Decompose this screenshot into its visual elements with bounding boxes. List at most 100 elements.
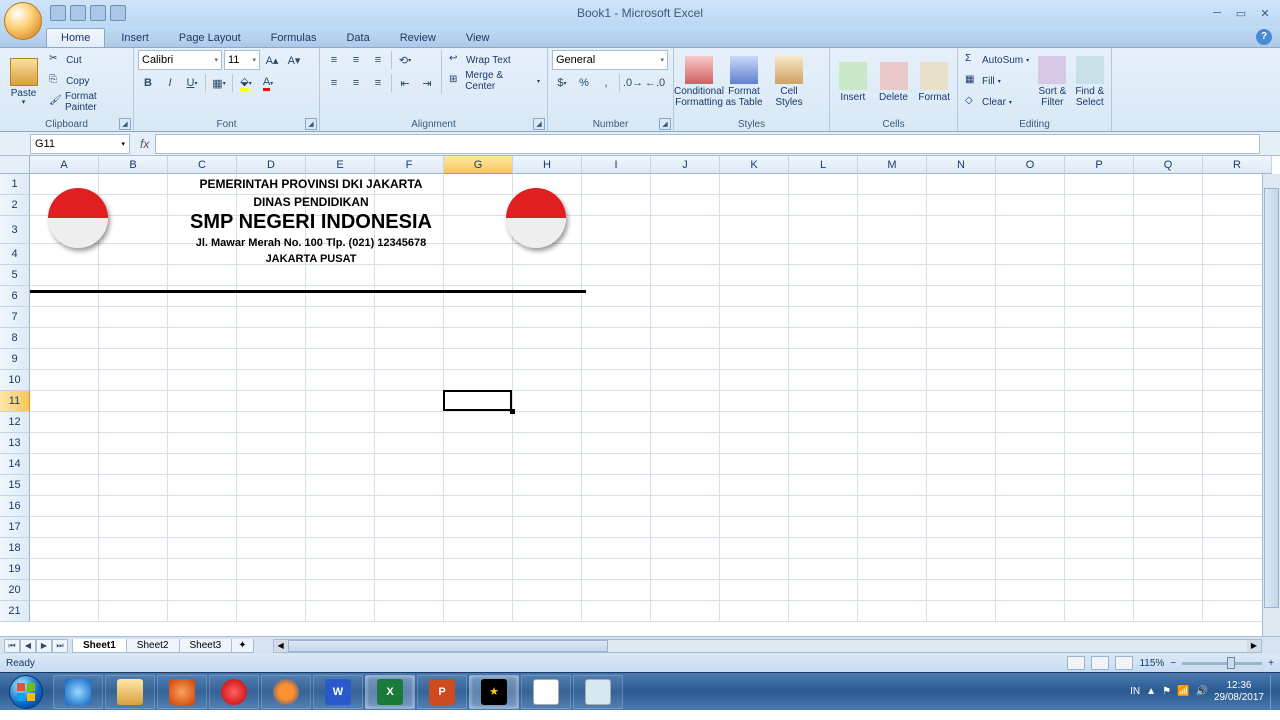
task-notepad[interactable] <box>521 675 571 709</box>
row-header-9[interactable]: 9 <box>0 349 30 370</box>
increase-decimal-button[interactable]: .0→ <box>623 73 643 93</box>
row-header-19[interactable]: 19 <box>0 559 30 580</box>
row-header-15[interactable]: 15 <box>0 475 30 496</box>
delete-cells-button[interactable]: Delete <box>875 50 913 114</box>
clipboard-dialog-launcher[interactable]: ◢ <box>119 118 131 130</box>
vscroll-thumb[interactable] <box>1264 188 1279 608</box>
task-ie[interactable] <box>53 675 103 709</box>
fill-handle[interactable] <box>510 409 515 414</box>
task-word[interactable]: W <box>313 675 363 709</box>
col-header-Q[interactable]: Q <box>1134 156 1203 174</box>
col-header-H[interactable]: H <box>513 156 582 174</box>
minimize-button[interactable]: ─ <box>1206 5 1228 21</box>
select-all-corner[interactable] <box>0 156 30 174</box>
horizontal-scrollbar[interactable]: ◀ ▶ <box>273 639 1262 653</box>
cut-button[interactable]: ✂Cut <box>46 50 129 70</box>
row-header-5[interactable]: 5 <box>0 265 30 286</box>
hscroll-thumb[interactable] <box>288 640 608 652</box>
col-header-R[interactable]: R <box>1203 156 1272 174</box>
align-center-button[interactable]: ≡ <box>346 73 366 93</box>
number-dialog-launcher[interactable]: ◢ <box>659 118 671 130</box>
clear-button[interactable]: ◇Clear▾ <box>962 92 1032 112</box>
sheet-tab-2[interactable]: Sheet2 <box>126 639 180 653</box>
task-media[interactable] <box>157 675 207 709</box>
align-top-button[interactable]: ≡ <box>324 50 344 70</box>
italic-button[interactable]: I <box>160 73 180 93</box>
task-movie[interactable]: ★ <box>469 675 519 709</box>
task-explorer[interactable] <box>105 675 155 709</box>
autosum-button[interactable]: ΣAutoSum▾ <box>962 50 1032 70</box>
row-header-4[interactable]: 4 <box>0 244 30 265</box>
paste-button[interactable]: Paste ▾ <box>4 50 43 114</box>
format-painter-button[interactable]: 🖌Format Painter <box>46 92 129 112</box>
sheet-nav-first[interactable]: ⏮ <box>4 639 20 653</box>
vertical-scrollbar[interactable] <box>1262 174 1280 636</box>
new-sheet-button[interactable]: ✦ <box>231 639 253 653</box>
align-middle-button[interactable]: ≡ <box>346 50 366 70</box>
sheet-nav-last[interactable]: ⏭ <box>52 639 68 653</box>
tray-network-icon[interactable]: 📶 <box>1177 686 1189 697</box>
col-header-C[interactable]: C <box>168 156 237 174</box>
decrease-decimal-button[interactable]: ←.0 <box>645 73 665 93</box>
sheet-nav-prev[interactable]: ◀ <box>20 639 36 653</box>
maximize-button[interactable]: ▭ <box>1230 5 1252 21</box>
task-calc[interactable] <box>573 675 623 709</box>
merge-center-button[interactable]: ⊞Merge & Center▾ <box>446 71 543 91</box>
comma-button[interactable]: , <box>596 73 616 93</box>
number-format-combo[interactable]: General▾ <box>552 50 668 70</box>
task-firefox[interactable] <box>261 675 311 709</box>
tray-action-icon[interactable]: ⚑ <box>1162 686 1171 697</box>
sheet-tab-3[interactable]: Sheet3 <box>179 639 233 653</box>
col-header-L[interactable]: L <box>789 156 858 174</box>
view-normal-button[interactable] <box>1067 656 1085 670</box>
view-break-button[interactable] <box>1115 656 1133 670</box>
col-header-G[interactable]: G <box>444 156 513 174</box>
row-header-13[interactable]: 13 <box>0 433 30 454</box>
row-header-20[interactable]: 20 <box>0 580 30 601</box>
col-header-J[interactable]: J <box>651 156 720 174</box>
underline-button[interactable]: U▾ <box>182 73 202 93</box>
row-header-18[interactable]: 18 <box>0 538 30 559</box>
tab-review[interactable]: Review <box>386 29 450 47</box>
align-right-button[interactable]: ≡ <box>368 73 388 93</box>
fill-color-button[interactable]: ⬙▾ <box>236 73 256 93</box>
col-header-B[interactable]: B <box>99 156 168 174</box>
col-header-A[interactable]: A <box>30 156 99 174</box>
help-icon[interactable]: ? <box>1256 29 1272 45</box>
row-header-21[interactable]: 21 <box>0 601 30 622</box>
insert-cells-button[interactable]: Insert <box>834 50 872 114</box>
col-header-D[interactable]: D <box>237 156 306 174</box>
percent-button[interactable]: % <box>574 73 594 93</box>
hscroll-left[interactable]: ◀ <box>274 640 288 652</box>
tray-clock[interactable]: 12:36 29/08/2017 <box>1214 680 1264 704</box>
row-header-8[interactable]: 8 <box>0 328 30 349</box>
view-layout-button[interactable] <box>1091 656 1109 670</box>
tray-flag-icon[interactable]: ▲ <box>1146 686 1156 697</box>
hscroll-right[interactable]: ▶ <box>1247 640 1261 652</box>
conditional-formatting-button[interactable]: Conditional Formatting <box>678 50 720 114</box>
close-button[interactable]: ✕ <box>1254 5 1276 21</box>
font-name-combo[interactable]: Calibri▾ <box>138 50 222 70</box>
col-header-P[interactable]: P <box>1065 156 1134 174</box>
grow-font-button[interactable]: A▴ <box>262 50 282 70</box>
shrink-font-button[interactable]: A▾ <box>284 50 304 70</box>
orientation-button[interactable]: ⟲▾ <box>395 50 415 70</box>
sort-filter-button[interactable]: Sort & Filter <box>1035 50 1069 114</box>
qat-redo-icon[interactable] <box>90 5 106 21</box>
col-header-N[interactable]: N <box>927 156 996 174</box>
tray-lang[interactable]: IN <box>1130 686 1140 697</box>
format-as-table-button[interactable]: Format as Table <box>723 50 765 114</box>
fill-button[interactable]: ▦Fill▾ <box>962 71 1032 91</box>
row-header-14[interactable]: 14 <box>0 454 30 475</box>
qat-save-icon[interactable] <box>50 5 66 21</box>
fx-icon[interactable]: fx <box>134 137 155 151</box>
col-header-F[interactable]: F <box>375 156 444 174</box>
tray-volume-icon[interactable]: 🔊 <box>1195 686 1207 697</box>
show-desktop-button[interactable] <box>1270 675 1278 709</box>
col-header-K[interactable]: K <box>720 156 789 174</box>
col-header-I[interactable]: I <box>582 156 651 174</box>
row-header-6[interactable]: 6 <box>0 286 30 307</box>
format-cells-button[interactable]: Format <box>915 50 953 114</box>
accounting-format-button[interactable]: $▾ <box>552 73 572 93</box>
font-color-button[interactable]: A▾ <box>258 73 278 93</box>
